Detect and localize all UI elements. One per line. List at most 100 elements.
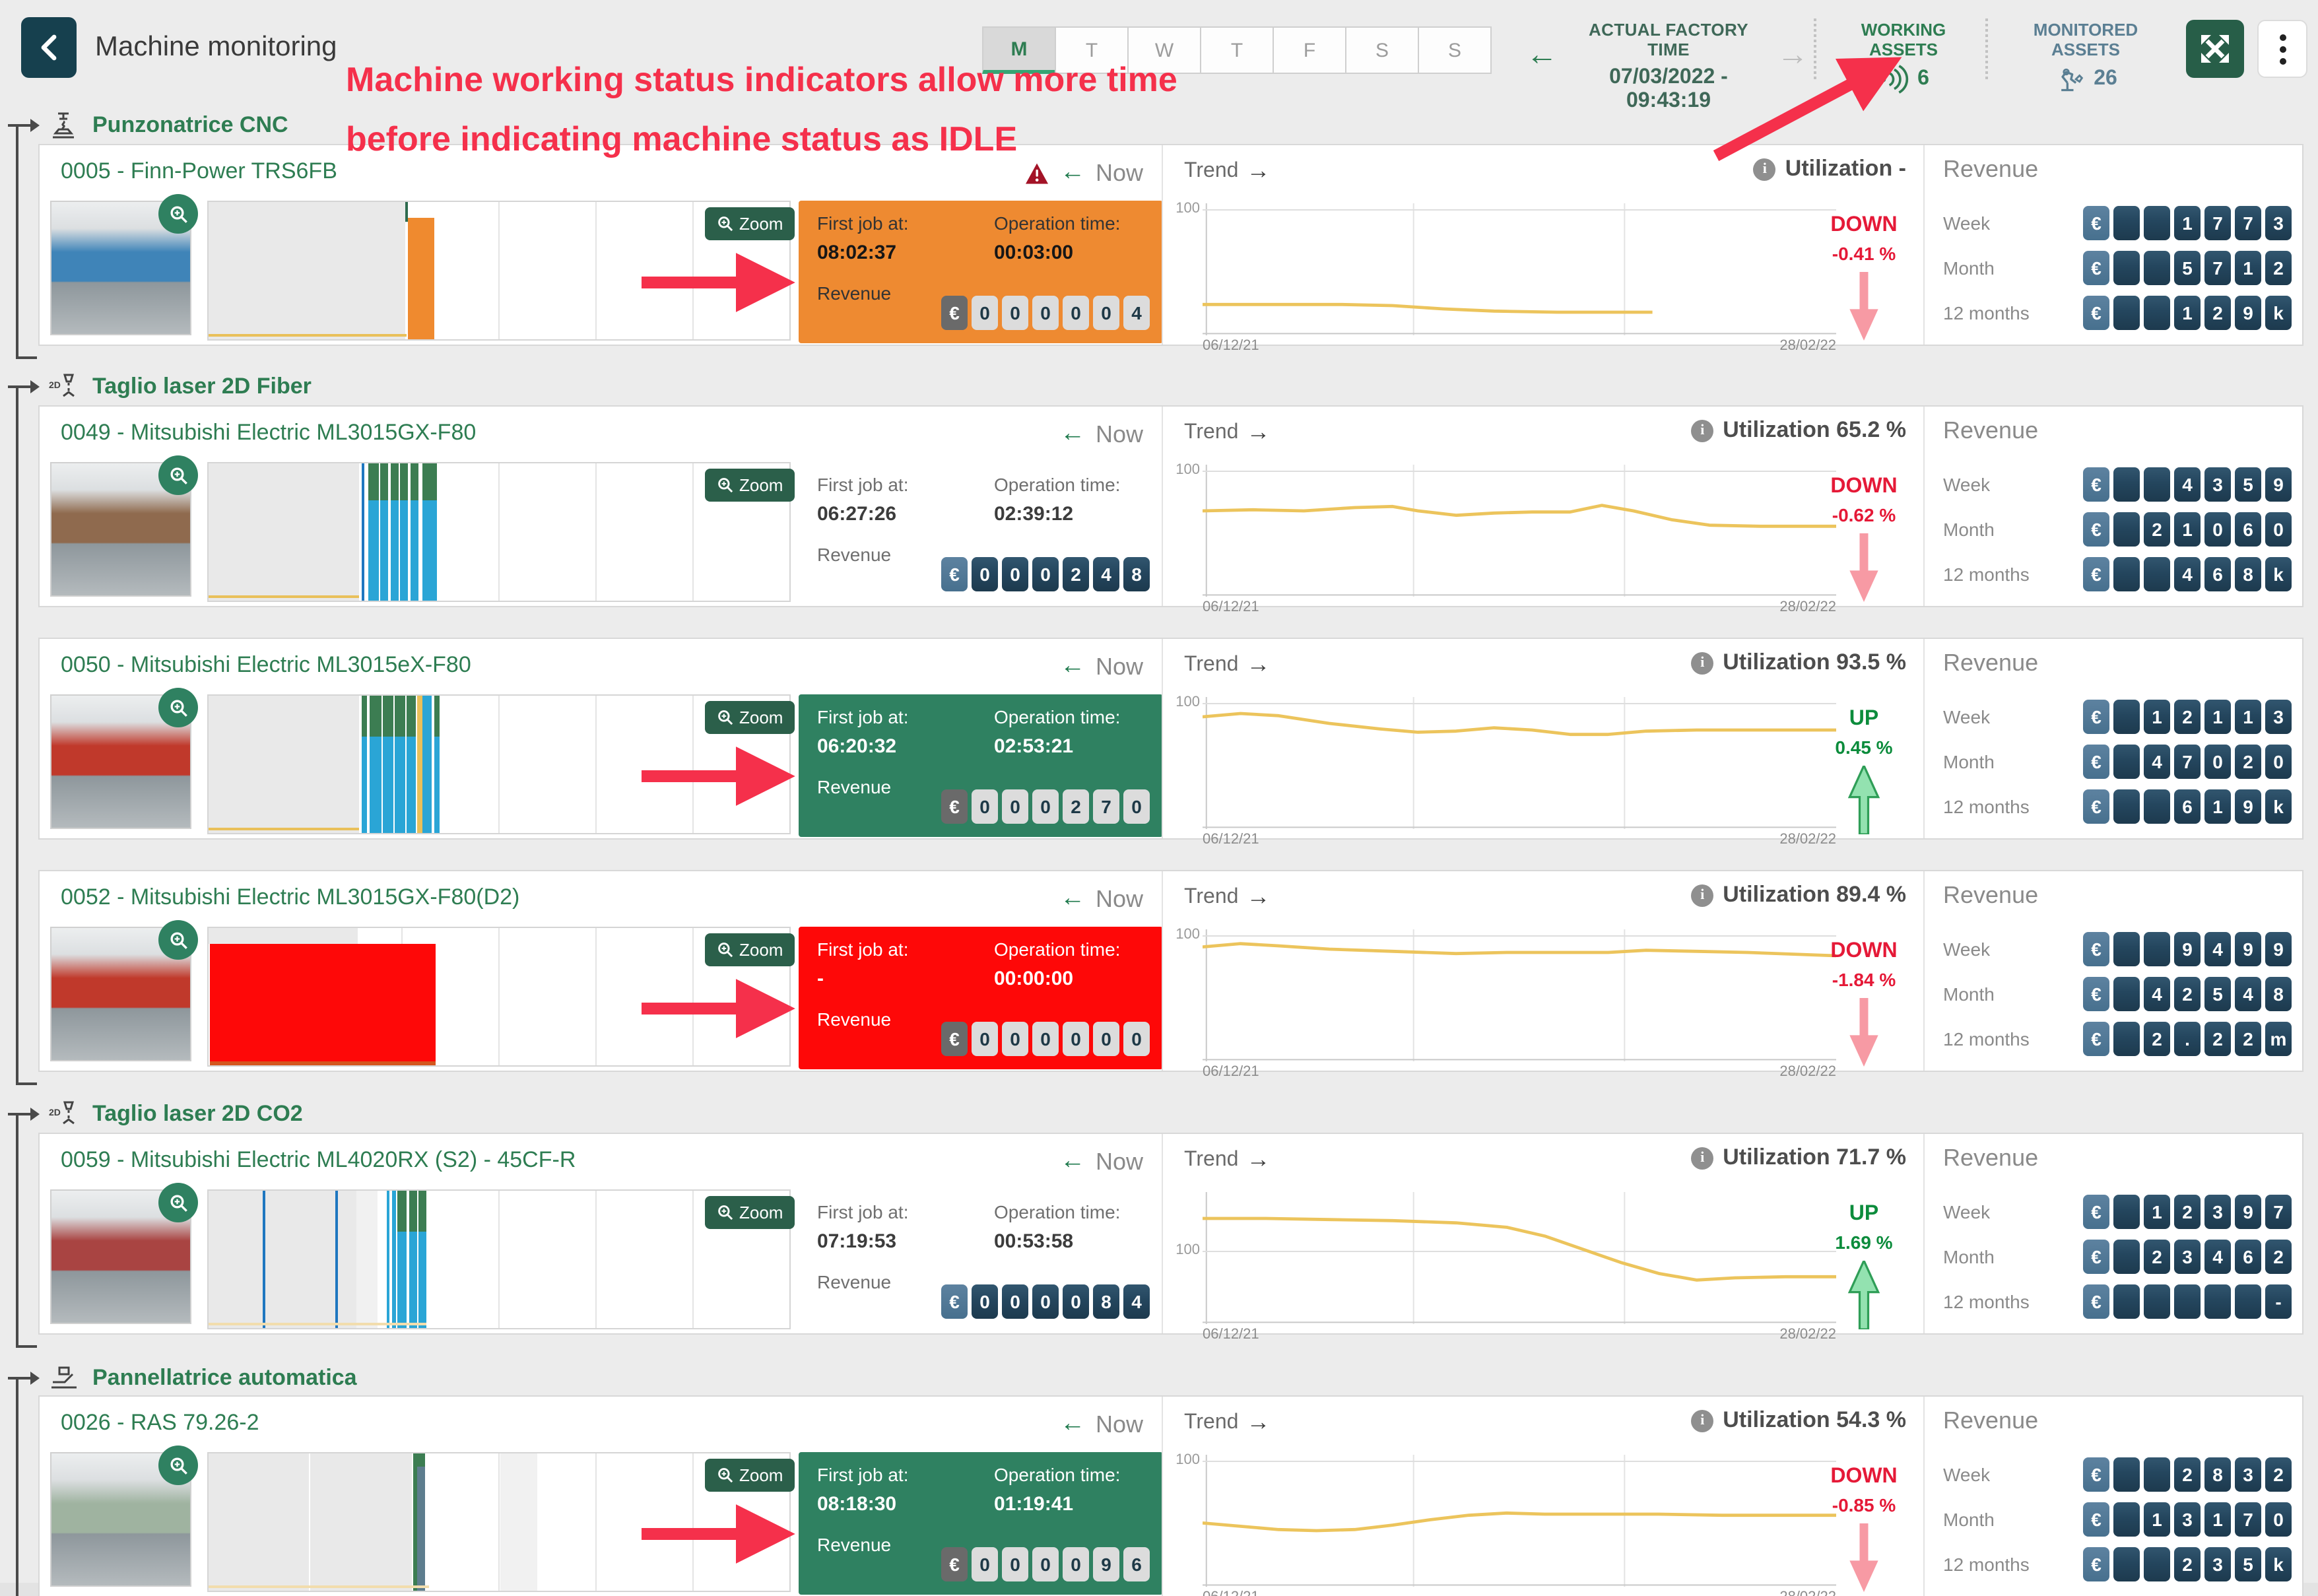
- info-icon[interactable]: i: [1691, 1409, 1713, 1432]
- timeline-segment: [209, 335, 406, 337]
- factory-time-label: ACTUAL FACTORY TIME: [1566, 20, 1772, 59]
- timeline-zoom-button[interactable]: Zoom: [705, 1459, 795, 1492]
- timeline-zoom-button[interactable]: Zoom: [705, 701, 795, 734]
- machine-photo[interactable]: [50, 1189, 191, 1324]
- machine-name[interactable]: 0026 - RAS 79.26-2: [61, 1410, 259, 1436]
- now-control[interactable]: ← Now: [964, 1147, 1143, 1176]
- machine-photo[interactable]: [50, 1452, 191, 1587]
- machine-photo[interactable]: [50, 201, 191, 335]
- trend-link[interactable]: Trend→: [1184, 157, 1270, 185]
- counter-digit: [2113, 296, 2140, 330]
- photo-magnifier-badge[interactable]: [158, 920, 198, 960]
- info-icon[interactable]: i: [1691, 1147, 1713, 1169]
- info-icon[interactable]: i: [1691, 651, 1713, 674]
- revenue-period-label: 12 months: [1943, 1028, 2030, 1049]
- prev-day-arrow[interactable]: ←: [1526, 37, 1558, 74]
- photo-magnifier-badge[interactable]: [158, 194, 198, 234]
- status-timeline[interactable]: [207, 1189, 791, 1329]
- counter-digit: 7: [2204, 206, 2231, 240]
- now-control[interactable]: ← Now: [964, 884, 1143, 914]
- trend-direction: UP 1.69 %: [1818, 1203, 1910, 1336]
- counter-digit: k: [2265, 789, 2292, 824]
- info-icon[interactable]: i: [1691, 419, 1713, 442]
- counter-digit: 3: [2174, 1502, 2201, 1537]
- counter-digit: 4: [2144, 977, 2170, 1011]
- info-icon[interactable]: i: [1754, 158, 1776, 180]
- utilization: i Utilization 54.3 %: [1691, 1407, 1906, 1434]
- counter-digit: 0: [972, 296, 998, 330]
- day-tab-3[interactable]: T: [1200, 26, 1274, 74]
- machine-photo[interactable]: [50, 927, 191, 1061]
- counter-digit: [2113, 745, 2140, 779]
- day-tab-5[interactable]: S: [1345, 26, 1419, 74]
- magnifier-icon: [168, 930, 188, 950]
- group-name[interactable]: Taglio laser 2D CO2: [92, 1101, 303, 1127]
- revenue-period-label: Month: [1943, 983, 1995, 1005]
- counter-digit: [2144, 467, 2170, 502]
- machine-photo[interactable]: [50, 694, 191, 829]
- operation-time-label: Operation time:: [994, 1464, 1120, 1485]
- info-icon[interactable]: i: [1691, 884, 1713, 906]
- revenue-counter: €1773: [2083, 206, 2292, 240]
- day-tab-6[interactable]: S: [1418, 26, 1492, 74]
- photo-magnifier-badge[interactable]: [158, 688, 198, 727]
- machine-name[interactable]: 0005 - Finn-Power TRS6FB: [61, 158, 337, 185]
- group-name[interactable]: Taglio laser 2D Fiber: [92, 374, 312, 400]
- counter-digit: 9: [1093, 1547, 1119, 1581]
- photo-magnifier-badge[interactable]: [158, 1183, 198, 1222]
- operation-time-label: Operation time:: [994, 213, 1120, 234]
- now-control[interactable]: ← Now: [964, 1410, 1143, 1439]
- euro-sign: €: [2083, 1547, 2109, 1581]
- machine-photo[interactable]: [50, 462, 191, 597]
- back-button[interactable]: [21, 17, 77, 78]
- operation-time-value: 02:53:21: [994, 735, 1073, 758]
- trend-link[interactable]: Trend→: [1184, 651, 1270, 679]
- trend-link[interactable]: Trend→: [1184, 883, 1270, 911]
- expand-icon: [2195, 29, 2235, 69]
- counter-digit: 2: [2174, 700, 2201, 734]
- machine-name[interactable]: 0049 - Mitsubishi Electric ML3015GX-F80: [61, 420, 476, 446]
- timeline-segment: [209, 202, 405, 339]
- next-day-arrow[interactable]: →: [1777, 37, 1808, 74]
- trend-link[interactable]: Trend→: [1184, 1409, 1270, 1436]
- photo-magnifier-badge[interactable]: [158, 455, 198, 495]
- counter-digit: 1: [2174, 512, 2201, 547]
- counter-digit: 9: [2235, 789, 2261, 824]
- status-timeline[interactable]: [207, 201, 791, 341]
- euro-sign: €: [941, 1284, 968, 1319]
- photo-magnifier-badge[interactable]: [158, 1446, 198, 1485]
- timeline-zoom-button[interactable]: Zoom: [705, 207, 795, 240]
- fullscreen-button[interactable]: [2186, 20, 2244, 78]
- counter-digit: 6: [1123, 1547, 1150, 1581]
- now-label: Now: [1096, 1411, 1143, 1438]
- timeline-zoom-button[interactable]: Zoom: [705, 1196, 795, 1229]
- counter-digit: 2: [2144, 1022, 2170, 1056]
- counter-digit: 0: [1002, 1022, 1028, 1056]
- counter-digit: 2: [2174, 1195, 2201, 1229]
- timeline-zoom-button[interactable]: Zoom: [705, 933, 795, 966]
- group-name[interactable]: Punzonatrice CNC: [92, 112, 288, 139]
- counter-digit: [2113, 1502, 2140, 1537]
- group-name[interactable]: Pannellatrice automatica: [92, 1365, 357, 1391]
- revenue-row: Week €2832: [1925, 1455, 2305, 1494]
- machine-name[interactable]: 0052 - Mitsubishi Electric ML3015GX-F80(…: [61, 884, 519, 911]
- machine-name[interactable]: 0059 - Mitsubishi Electric ML4020RX (S2)…: [61, 1147, 576, 1174]
- status-timeline[interactable]: [207, 1452, 791, 1592]
- trend-chart: [1203, 203, 1836, 335]
- timeline-zoom-button[interactable]: Zoom: [705, 469, 795, 502]
- status-timeline[interactable]: [207, 694, 791, 834]
- revenue-period-label: Month: [1943, 257, 1995, 279]
- now-control[interactable]: ← Now: [964, 652, 1143, 681]
- menu-button[interactable]: [2257, 20, 2307, 78]
- monitored-assets: MONITORED ASSETS 26: [1999, 20, 2173, 94]
- now-control[interactable]: ← Now: [964, 420, 1143, 449]
- day-tab-4[interactable]: F: [1273, 26, 1346, 74]
- back-chevron-icon: [37, 32, 61, 63]
- machine-name[interactable]: 0050 - Mitsubishi Electric ML3015eX-F80: [61, 652, 471, 679]
- trend-link[interactable]: Trend→: [1184, 418, 1270, 446]
- trend-link[interactable]: Trend→: [1184, 1146, 1270, 1174]
- status-timeline[interactable]: [207, 927, 791, 1067]
- counter-digit: 7: [2235, 206, 2261, 240]
- machine-card: 0050 - Mitsubishi Electric ML3015eX-F80 …: [38, 638, 2303, 840]
- status-timeline[interactable]: [207, 462, 791, 602]
